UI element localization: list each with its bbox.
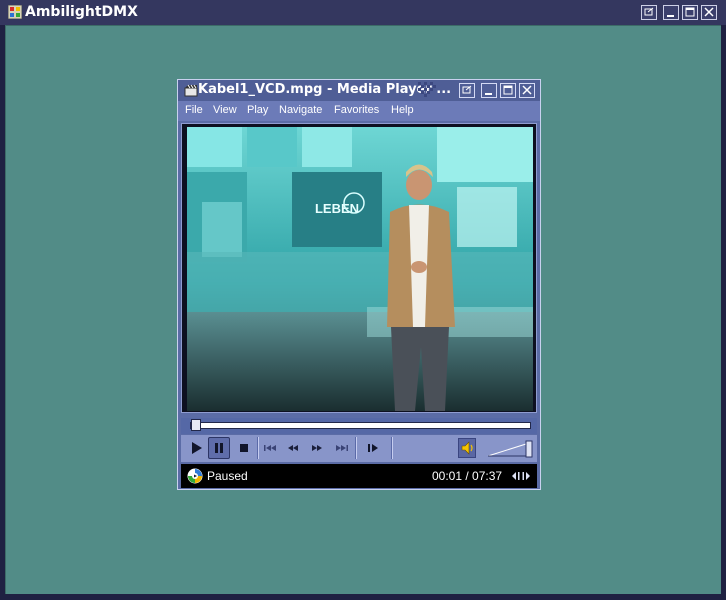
restore-popout-button[interactable]	[641, 5, 657, 20]
popout-icon	[644, 7, 654, 16]
speaker-glyph	[461, 441, 473, 455]
mp-close-button[interactable]	[519, 83, 535, 98]
decorative-grid-icon	[418, 82, 436, 97]
popout-icon	[462, 85, 472, 94]
minimize-icon	[667, 15, 674, 17]
mp-popout-button[interactable]	[459, 83, 475, 98]
windows-media-logo-icon	[187, 468, 203, 484]
volume-thumb[interactable]	[525, 440, 533, 458]
speaker-icon[interactable]	[458, 438, 476, 458]
close-icon	[522, 85, 532, 95]
expand-icon[interactable]	[511, 470, 531, 482]
playback-status: Paused	[207, 469, 248, 483]
menu-play[interactable]: Play	[247, 104, 268, 116]
close-button[interactable]	[701, 5, 717, 20]
menu-help[interactable]: Help	[391, 104, 414, 116]
app-title: AmbilightDMX	[25, 4, 138, 20]
separator	[391, 437, 393, 459]
frame-step-icon	[368, 444, 378, 452]
status-bar: Paused 00:01 / 07:37	[181, 464, 537, 488]
menu-file[interactable]: File	[185, 104, 203, 116]
seek-thumb[interactable]	[191, 419, 201, 431]
media-player-titlebar[interactable]: Kabel1_VCD.mpg - Media Player ...	[178, 80, 540, 101]
minimize-icon	[485, 93, 492, 95]
video-display[interactable]: LEBEN	[187, 127, 533, 411]
play-button[interactable]	[185, 437, 207, 459]
next-icon	[336, 445, 348, 451]
mp-maximize-button[interactable]	[500, 83, 516, 98]
media-player-window: Kabel1_VCD.mpg - Media Player ... File V…	[177, 79, 541, 490]
close-icon	[704, 7, 714, 17]
video-overlay-text: LEBEN	[315, 201, 359, 216]
previous-button[interactable]	[259, 437, 281, 459]
playback-time: 00:01 / 07:37	[432, 469, 503, 483]
fast-forward-icon	[312, 445, 322, 451]
menu-bar: File View Play Navigate Favorites Help	[178, 101, 540, 121]
separator	[355, 437, 357, 459]
seek-track[interactable]	[190, 422, 531, 429]
pause-button[interactable]	[208, 437, 230, 459]
app-titlebar[interactable]: AmbilightDMX	[0, 0, 726, 25]
menu-favorites[interactable]: Favorites	[334, 104, 379, 116]
video-frame: LEBEN	[181, 123, 537, 413]
maximize-icon	[685, 7, 695, 17]
stop-button[interactable]	[233, 437, 255, 459]
app-window: AmbilightDMX Kabel1_VCD.mpg - Media Play…	[0, 0, 726, 600]
maximize-button[interactable]	[682, 5, 698, 20]
pause-icon	[215, 443, 223, 453]
seek-bar[interactable]	[181, 418, 537, 434]
rewind-button[interactable]	[282, 437, 304, 459]
minimize-button[interactable]	[663, 5, 679, 20]
next-button[interactable]	[331, 437, 353, 459]
menu-navigate[interactable]: Navigate	[279, 104, 322, 116]
maximize-icon	[503, 85, 513, 95]
transport-controls	[181, 435, 537, 462]
frame-step-button[interactable]	[362, 437, 384, 459]
app-window-icon	[8, 5, 22, 19]
stop-icon	[240, 444, 248, 452]
rewind-icon	[288, 445, 298, 451]
play-icon	[192, 442, 202, 454]
mp-minimize-button[interactable]	[481, 83, 497, 98]
film-clapper-icon	[184, 84, 198, 97]
volume-slider[interactable]	[486, 440, 534, 458]
previous-icon	[264, 445, 276, 451]
menu-view[interactable]: View	[213, 104, 237, 116]
fast-forward-button[interactable]	[306, 437, 328, 459]
